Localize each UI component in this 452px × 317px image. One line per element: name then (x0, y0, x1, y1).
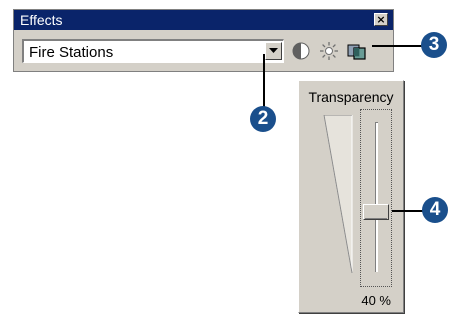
brightness-icon (320, 42, 338, 60)
contrast-icon (292, 42, 310, 60)
transparency-slider-panel: Transparency 40 % (298, 80, 404, 313)
callout-2-leader (263, 54, 265, 108)
transparency-slider[interactable] (360, 109, 392, 287)
callout-marker-4: 4 (422, 197, 448, 223)
callout-3-leader (372, 45, 422, 47)
transparency-icon (347, 44, 366, 60)
effects-title: Effects (20, 12, 63, 28)
transparency-title: Transparency (308, 89, 394, 105)
effects-toolbar-window: Effects × Fire Stations (13, 9, 394, 72)
close-button[interactable]: × (374, 13, 388, 26)
contrast-tool-button[interactable] (290, 41, 312, 61)
transparency-tool-button[interactable] (346, 41, 368, 61)
dropdown-arrow-button[interactable] (265, 42, 282, 60)
chevron-down-icon (269, 48, 278, 53)
slider-thumb[interactable] (363, 204, 389, 220)
callout-marker-2: 2 (250, 106, 276, 132)
brightness-tool-button[interactable] (318, 41, 340, 61)
callout-marker-3: 3 (421, 32, 447, 58)
slider-track (375, 122, 378, 272)
callout-4-leader (392, 210, 424, 212)
layer-dropdown[interactable]: Fire Stations (22, 39, 284, 63)
transparency-value-readout: 40 % (361, 293, 391, 308)
effects-title-bar[interactable]: Effects × (14, 10, 393, 30)
layer-dropdown-value: Fire Stations (29, 44, 114, 61)
transparency-wedge-graphic (323, 115, 353, 274)
